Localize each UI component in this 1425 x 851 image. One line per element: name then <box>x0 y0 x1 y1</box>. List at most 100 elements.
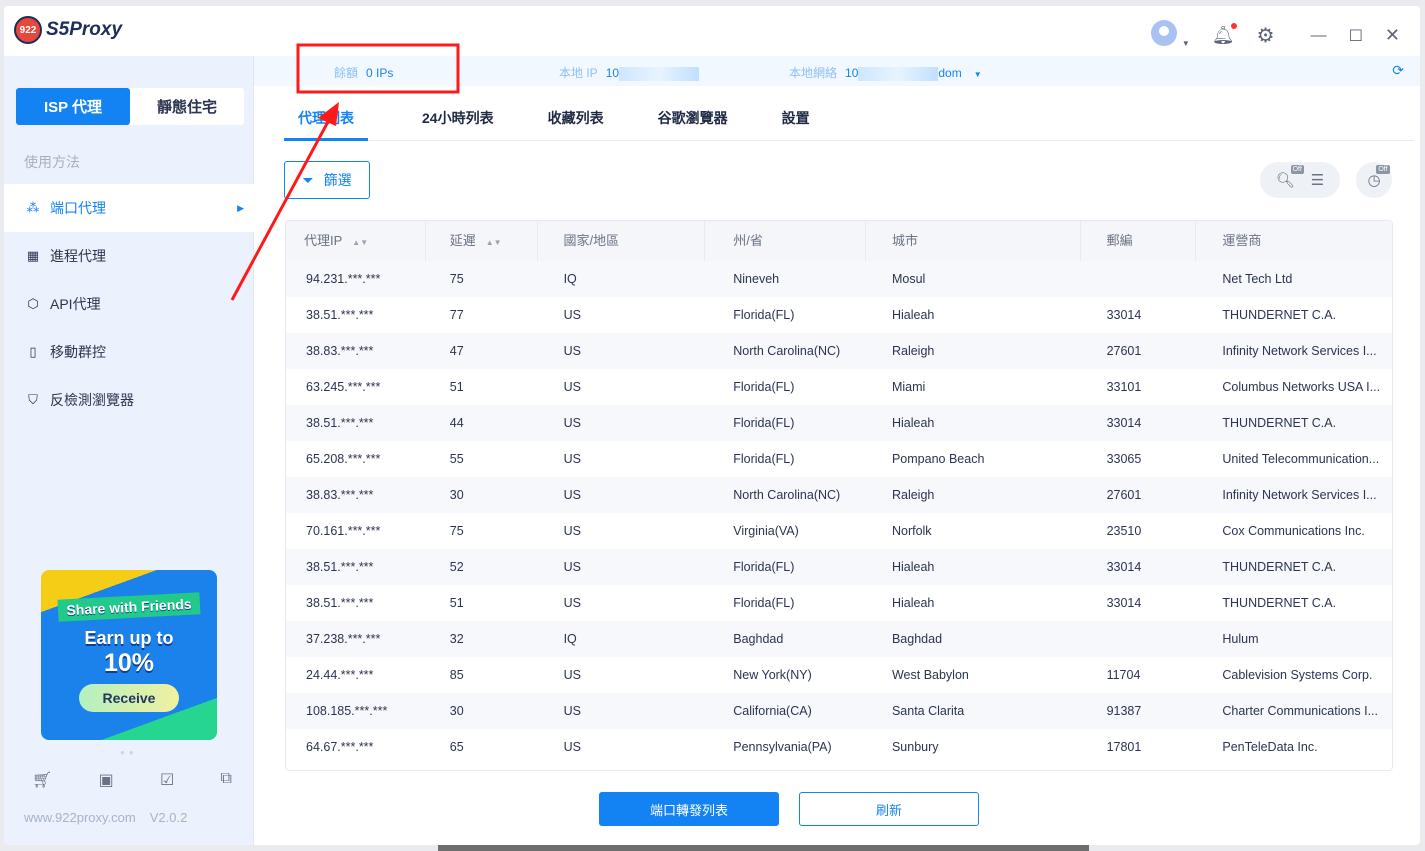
local-net-value: 10 <box>845 66 859 80</box>
logo-globe-icon: 922 <box>14 16 42 44</box>
table-row[interactable]: 38.51.***.*** 51 US Florida(FL) Hialeah 33014… <box>286 585 1392 621</box>
table-row[interactable]: 24.44.***.*** 85 US New York(NY) West Babylo… <box>286 657 1392 693</box>
cell-proxy-ip: 24.44.***.*** <box>306 668 374 682</box>
tab-24h-list[interactable]: 24小時列表 <box>422 96 494 141</box>
banner-title: Share with Friends <box>57 592 201 622</box>
cell-state: North Carolina(NC) <box>733 488 841 502</box>
table-header: 代理IP ▲▼ 延遲 ▲▼ 國家/地區 州/省 城市 郵編 運營商 <box>286 221 1392 261</box>
cell-country: US <box>563 308 581 322</box>
cell-operator: PenTeleData Inc. <box>1222 740 1318 754</box>
cell-zip: 27601 <box>1106 344 1142 358</box>
cell-operator: Charter Communications I... <box>1222 704 1378 718</box>
proxy-type-toggle: ISP 代理 靜態住宅 <box>16 88 244 125</box>
refresh-button[interactable]: 刷新 <box>799 792 979 826</box>
cart-icon[interactable]: 🛒︎ <box>32 770 52 790</box>
cell-proxy-ip: 63.245.***.*** <box>306 380 381 394</box>
sidebar-item-label: 移動群控 <box>50 344 106 360</box>
tab-settings[interactable]: 設置 <box>782 96 810 141</box>
user-avatar-button[interactable]: ▼ <box>1151 20 1190 51</box>
cell-latency: 30 <box>449 488 464 502</box>
sidebar-item-api-proxy[interactable]: ⬡ API代理 <box>4 280 254 328</box>
howto-link[interactable]: 使用方法 <box>24 152 80 172</box>
cell-proxy-ip: 64.67.***.*** <box>306 740 374 754</box>
sidebar-item-port-proxy[interactable]: ⁂ 端口代理 ▶ <box>4 184 254 232</box>
cell-country: US <box>563 488 581 502</box>
tab-favorites[interactable]: 收藏列表 <box>548 96 604 141</box>
col-latency[interactable]: 延遲 ▲▼ <box>426 221 538 261</box>
sidebar-item-label: 進程代理 <box>50 248 106 264</box>
table-row[interactable]: 65.208.***.*** 55 US Florida(FL) Pompano Bea… <box>286 441 1392 477</box>
table-row[interactable]: 108.185.***.*** 30 US California(CA) Santa C… <box>286 693 1392 729</box>
tab-proxy-list[interactable]: 代理列表 <box>284 96 368 141</box>
maximize-icon[interactable]: ☐ <box>1349 26 1363 46</box>
sidebar: ISP 代理 靜態住宅 使用方法 ⁂ 端口代理 ▶ ▦ 進程代理 ⬡ API代理 ▯ 移動… <box>4 56 254 845</box>
cell-city: Hialeah <box>891 416 935 430</box>
cell-proxy-ip: 65.208.***.*** <box>306 452 381 466</box>
sidebar-item-process-proxy[interactable]: ▦ 進程代理 <box>4 232 254 280</box>
search-chart-off-icon[interactable]: 🔍︎ Off <box>1276 165 1304 189</box>
table-row[interactable]: 38.83.***.*** 30 US North Carolina(NC) Ralei… <box>286 477 1392 513</box>
table-row[interactable]: 38.51.***.*** 52 US Florida(FL) Hialeah 33014… <box>286 549 1392 585</box>
sidebar-item-mobile-control[interactable]: ▯ 移動群控 <box>4 328 254 376</box>
api-doc-icon[interactable]: ⧉ <box>221 770 232 790</box>
filter-label: 篩選 <box>323 172 352 188</box>
col-zip: 郵編 <box>1081 221 1197 261</box>
local-network[interactable]: 本地網絡 10 dom ▼ <box>789 64 982 81</box>
clock-off-icon: ◷ Off <box>1367 165 1390 189</box>
gear-icon[interactable]: ⚙ <box>1257 23 1275 48</box>
close-icon[interactable]: ✕ <box>1385 25 1400 46</box>
table-row[interactable]: 37.238.***.*** 32 IQ Baghdad Baghdad Hulum <box>286 621 1392 657</box>
minimize-icon[interactable]: — <box>1311 27 1327 45</box>
cell-latency: 65 <box>449 740 464 754</box>
local-ip: 本地 IP 10 <box>559 64 700 81</box>
cell-zip: 33101 <box>1106 380 1142 394</box>
table-row[interactable]: 63.245.***.*** 51 US Florida(FL) Miami 33101 C… <box>286 369 1392 405</box>
segment-isp[interactable]: ISP 代理 <box>16 88 130 125</box>
table-row[interactable]: 38.83.***.*** 47 US North Carolina(NC) Ralei… <box>286 333 1392 369</box>
chevron-down-icon: ▼ <box>1181 39 1190 48</box>
receive-button[interactable]: Receive <box>79 684 179 712</box>
col-city: 城市 <box>866 221 1081 261</box>
logo: 922 S5Proxy <box>14 16 122 44</box>
port-forward-list-button[interactable]: 端口轉發列表 <box>599 792 779 826</box>
sidebar-item-antidetect-browser[interactable]: ⛉ 反檢測瀏覽器 <box>4 376 254 424</box>
segment-static-residential[interactable]: 靜態住宅 <box>130 88 244 125</box>
cell-latency: 77 <box>449 308 464 322</box>
background-window-strip <box>438 845 1089 851</box>
table-row[interactable]: 38.51.***.*** 44 US Florida(FL) Hialeah 33014… <box>286 405 1392 441</box>
cell-proxy-ip: 38.51.***.*** <box>306 596 374 610</box>
off-badge: Off <box>1290 165 1304 174</box>
table-row[interactable]: 94.231.***.*** 75 IQ Nineveh Mosul Net Tech L… <box>286 261 1392 297</box>
cell-operator: United Telecommunication... <box>1222 452 1380 466</box>
cell-latency: 30 <box>449 704 464 718</box>
timer-off-button[interactable]: ◷ Off <box>1356 162 1392 198</box>
book-icon[interactable]: ▣ <box>99 770 114 790</box>
table-row[interactable]: 64.67.***.*** 65 US Pennsylvania(PA) Sunbury… <box>286 729 1392 765</box>
list-icon[interactable]: ☰ <box>1311 171 1324 189</box>
cell-city: Santa Clarita <box>891 704 965 718</box>
table-row[interactable]: 38.51.***.*** 77 US Florida(FL) Hialeah 33014… <box>286 297 1392 333</box>
col-proxy-ip[interactable]: 代理IP ▲▼ <box>286 221 426 261</box>
cell-operator: Cablevision Systems Corp. <box>1222 668 1373 682</box>
local-net-label: 本地網絡 <box>789 66 838 80</box>
version: V2.0.2 <box>149 810 188 825</box>
carousel-dots[interactable]: ●● <box>120 748 138 757</box>
bell-icon[interactable]: 🔔︎ <box>1212 23 1237 46</box>
website-link[interactable]: www.922proxy.com <box>24 810 136 825</box>
cell-country: US <box>563 380 581 394</box>
cell-operator: THUNDERNET C.A. <box>1222 416 1337 430</box>
cell-operator: THUNDERNET C.A. <box>1222 596 1337 610</box>
checklist-icon[interactable]: ☑ <box>160 770 174 790</box>
cell-state: California(CA) <box>733 704 812 718</box>
cell-city: Miami <box>891 380 926 394</box>
table-row[interactable]: 70.161.***.*** 75 US Virginia(VA) Norfolk 235… <box>286 513 1392 549</box>
referral-banner[interactable]: Share with Friends Earn up to 10% Receiv… <box>41 570 217 740</box>
tab-chrome[interactable]: 谷歌瀏覽器 <box>658 96 728 141</box>
cell-operator: Cox Communications Inc. <box>1222 524 1365 538</box>
refresh-icon[interactable]: ⟳ <box>1392 62 1404 79</box>
cell-state: Florida(FL) <box>733 380 795 394</box>
phone-icon: ▯ <box>29 344 37 359</box>
cell-country: IQ <box>563 632 577 646</box>
title-bar: 922 S5Proxy ▼ 🔔︎ ⚙ — ☐ ✕ <box>4 6 1420 56</box>
filter-button[interactable]: ⏷ 篩選 <box>284 161 370 199</box>
